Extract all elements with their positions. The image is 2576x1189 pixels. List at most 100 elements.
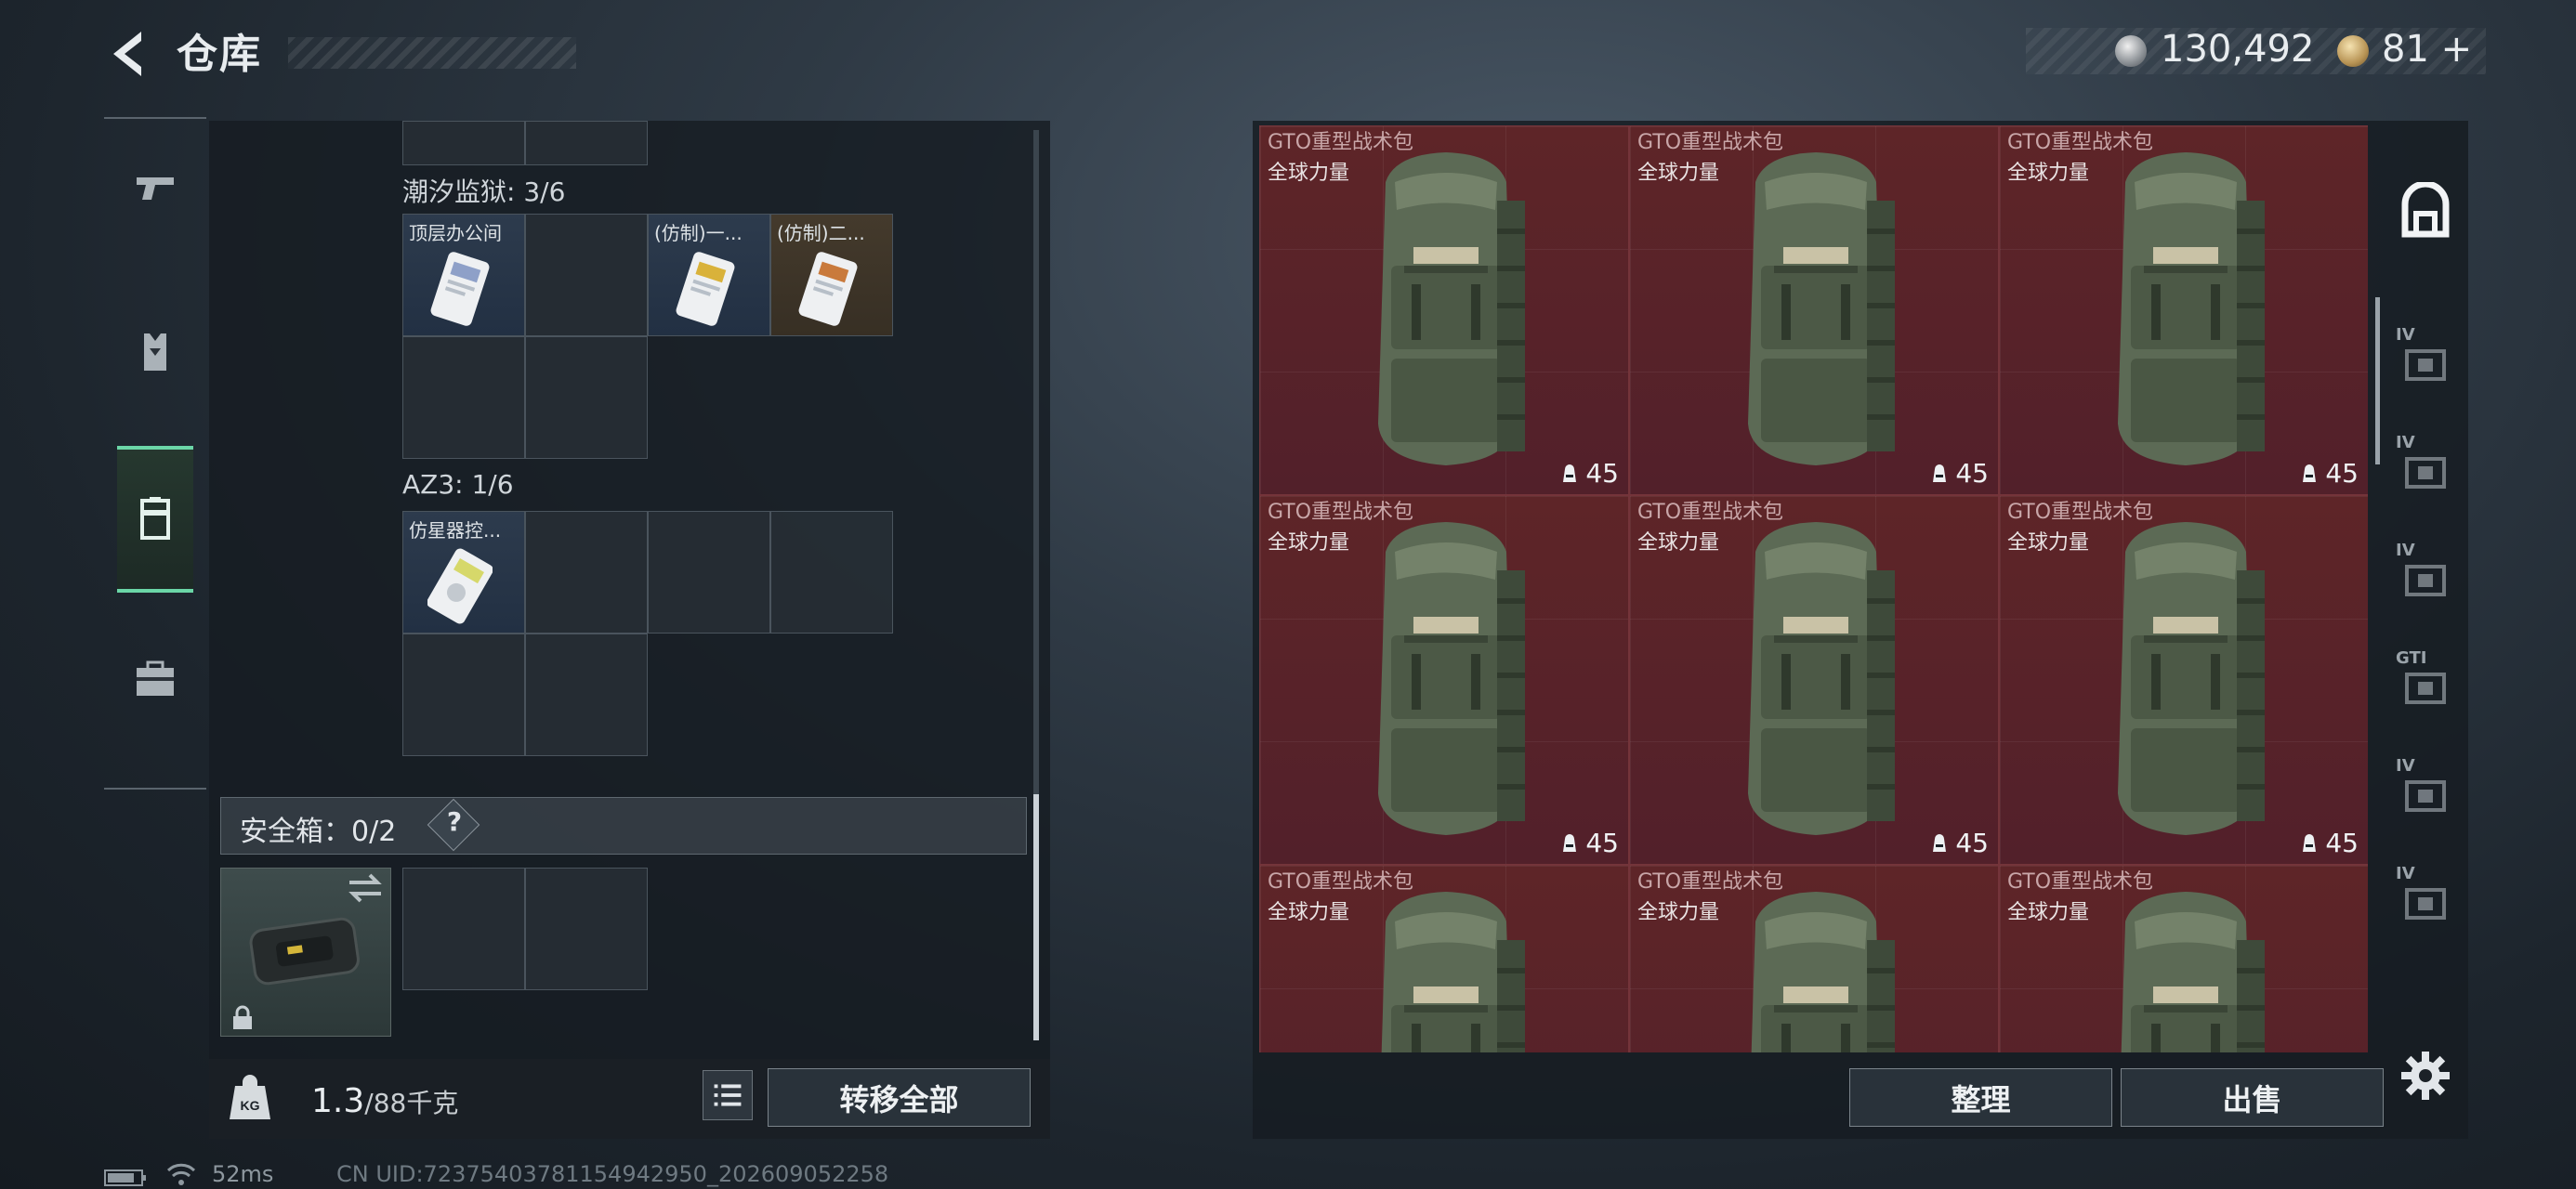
silver-amount: 130,492	[2161, 28, 2315, 71]
backpack-item[interactable]: GTO重型战术包全球力量45	[1999, 125, 2368, 495]
tactical-backpack-icon	[1748, 152, 1895, 465]
item-faction: 全球力量	[2007, 901, 2090, 924]
gear-icon[interactable]	[2398, 1048, 2453, 1104]
item-count: 45	[1559, 458, 1619, 489]
item-name: 顶层办公间	[409, 222, 502, 244]
tab-backpack[interactable]	[2388, 165, 2463, 258]
secure-case-icon	[249, 917, 360, 986]
backpack-item[interactable]: GTO重型战术包全球力量45	[1999, 495, 2368, 865]
item-count: 45	[2299, 828, 2359, 858]
nav-weapons[interactable]	[117, 119, 193, 258]
item-faction: 全球力量	[1268, 901, 1350, 924]
backpack-scrollbar[interactable]	[2375, 297, 2380, 464]
swap-icon[interactable]	[346, 871, 385, 905]
tactical-backpack-icon	[1378, 152, 1525, 465]
weight-icon: KG	[230, 1075, 270, 1119]
nav-containers[interactable]	[117, 446, 193, 593]
item-name: (仿制)一...	[654, 222, 743, 244]
container-slot[interactable]: 顶层办公间	[402, 214, 525, 336]
item-count: 45	[2299, 458, 2359, 489]
sell-button[interactable]: 出售	[2121, 1068, 2384, 1127]
item-count-value: 45	[1585, 828, 1619, 858]
add-gold-icon[interactable]: +	[2441, 28, 2473, 71]
container-tab-icon	[2405, 673, 2446, 704]
container-slot[interactable]	[402, 121, 525, 165]
backpack-grid: GTO重型战术包 全球力量 45 GTO重型战术包 全球力量 45 GTO重型战术包 全球力量…	[1259, 125, 2368, 1052]
medkit-icon	[137, 660, 174, 696]
tactical-backpack-icon	[1381, 892, 1525, 1052]
tactical-backpack-icon	[1378, 522, 1525, 835]
item-count-value: 45	[1955, 828, 1989, 858]
container-label-prison: 潮汐监狱: 3/6	[402, 176, 566, 207]
nav-armor[interactable]	[117, 282, 193, 422]
container-tab-icon	[2405, 888, 2446, 920]
weight-capacity: /88千克	[364, 1088, 459, 1118]
item-count-value: 45	[1955, 458, 1989, 489]
backpack-item[interactable]: GTO重型战术包全球力量45	[1259, 865, 1629, 1052]
tab-tier-iv-3[interactable]: IV	[2388, 531, 2463, 624]
svg-text:KG: KG	[241, 1098, 260, 1113]
backpack-item[interactable]: GTO重型战术包全球力量45	[1999, 865, 2368, 1052]
tactical-backpack-icon	[1748, 522, 1895, 835]
container-slot[interactable]	[525, 336, 648, 459]
item-count-value: 45	[1585, 458, 1619, 489]
tab-tier-iv-4[interactable]: IV	[2388, 747, 2463, 840]
inventory-scrollbar-thumb[interactable]	[1033, 794, 1039, 1040]
gold-amount[interactable]: 81 +	[2382, 28, 2472, 71]
item-faction: 全球力量	[1637, 901, 1720, 924]
container-tab-icon	[2405, 565, 2446, 596]
help-text: ?	[446, 806, 463, 837]
back-arrow-icon[interactable]	[102, 26, 158, 82]
lock-icon	[233, 1005, 252, 1029]
container-slot[interactable]	[648, 511, 770, 634]
tab-gti[interactable]: GTI	[2388, 639, 2463, 732]
item-count: 45	[1929, 458, 1989, 489]
nav-supplies[interactable]	[117, 609, 193, 749]
backpack-item[interactable]: GTO重型战术包全球力量45	[1259, 125, 1629, 495]
container-slot[interactable]	[525, 634, 648, 756]
uid-readout: CN UID:7237540378115494295​0_20260905225…	[336, 1161, 889, 1187]
tab-tier-iv-2[interactable]: IV	[2388, 424, 2463, 516]
safebox-slot[interactable]	[525, 868, 648, 990]
capacity-icon	[1563, 833, 1577, 852]
keycard-icon	[427, 548, 493, 624]
list-icon	[714, 1084, 742, 1106]
container-slot[interactable]	[770, 511, 893, 634]
case-icon	[140, 497, 170, 540]
tactical-backpack-icon	[1751, 892, 1895, 1052]
right-tab-bar: IV IV IV GTI IV IV	[2385, 130, 2466, 1040]
list-view-button[interactable]	[703, 1070, 753, 1120]
keycard-icon	[676, 252, 735, 326]
item-count: 45	[1929, 828, 1989, 858]
wifi-icon	[166, 1163, 196, 1185]
gold-coin-icon	[2337, 35, 2369, 67]
backpack-item[interactable]: GTO重型战术包全球力量45	[1259, 495, 1629, 865]
safebox-slot[interactable]	[402, 868, 525, 990]
left-nav	[104, 117, 206, 790]
item-faction: 全球力量	[2007, 162, 2090, 185]
container-slot[interactable]: (仿制)一...	[648, 214, 770, 336]
transfer-all-button[interactable]: 转移全部	[768, 1068, 1031, 1127]
container-slot[interactable]: (仿制)二...	[770, 214, 893, 336]
backpack-item[interactable]: GTO重型战术包全球力量45	[1629, 125, 1999, 495]
backpack-item[interactable]: GTO重型战术包全球力量45	[1629, 495, 1999, 865]
sort-button[interactable]: 整理	[1849, 1068, 2112, 1127]
tab-tier-iv-1[interactable]: IV	[2388, 316, 2463, 409]
item-faction: 全球力量	[1268, 162, 1350, 185]
container-tab-icon	[2405, 780, 2446, 812]
keycard-icon	[798, 252, 858, 326]
backpack-item[interactable]: GTO重型战术包全球力量45	[1629, 865, 1999, 1052]
container-slot[interactable]	[402, 634, 525, 756]
container-slot[interactable]: 仿星器控...	[402, 511, 525, 634]
item-name: 仿星器控...	[409, 519, 502, 542]
container-slot[interactable]	[525, 121, 648, 165]
weight-readout: 1.3/88千克	[311, 1082, 458, 1120]
container-tab-icon	[2405, 457, 2446, 489]
tab-tier-iv-5[interactable]: IV	[2388, 855, 2463, 947]
safebox-label: 安全箱：0/2	[240, 816, 397, 848]
gold-value: 81	[2382, 28, 2429, 71]
container-slot[interactable]	[402, 336, 525, 459]
container-slot[interactable]	[525, 511, 648, 634]
container-slot[interactable]	[525, 214, 648, 336]
item-count-value: 45	[2325, 828, 2359, 858]
